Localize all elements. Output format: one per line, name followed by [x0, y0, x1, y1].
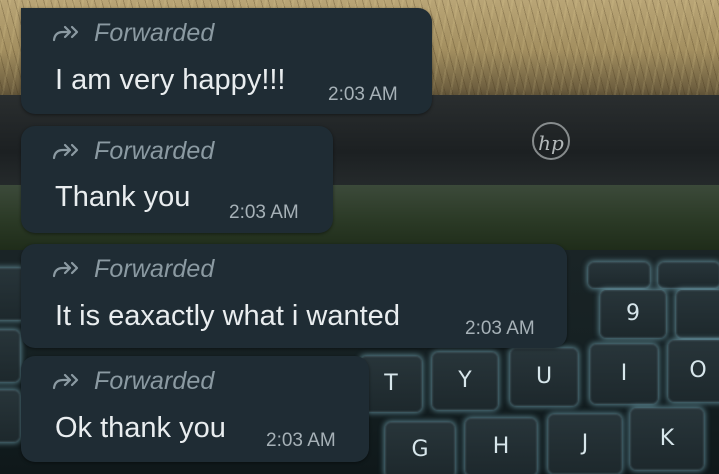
forward-arrow-icon: [52, 261, 79, 278]
keyboard-key: [658, 262, 719, 288]
message-bubble[interactable]: Forwarded Thank you 2:03 AM: [21, 126, 333, 233]
keyboard-key: [588, 262, 650, 288]
keyboard-key: U: [510, 348, 578, 406]
forward-arrow-icon: [52, 373, 79, 390]
message-text: I am very happy!!!: [55, 64, 286, 96]
keyboard-key: K: [630, 408, 704, 470]
message-timestamp: 2:03 AM: [328, 84, 398, 105]
message-bubble[interactable]: Forwarded Ok thank you 2:03 AM: [21, 356, 369, 462]
forward-arrow-icon: [52, 25, 79, 42]
forwarded-indicator: Forwarded: [52, 254, 214, 284]
forwarded-label: Forwarded: [94, 254, 215, 283]
chat-screen: hp 9 T Y U I O G H J K Forwarded I am ve…: [0, 0, 719, 474]
keyboard-key: O: [668, 340, 719, 402]
message-text: Thank you: [55, 181, 191, 213]
forward-arrow-icon: [52, 143, 79, 160]
message-bubble[interactable]: Forwarded I am very happy!!! 2:03 AM: [21, 8, 432, 114]
forwarded-indicator: Forwarded: [52, 136, 214, 166]
forwarded-label: Forwarded: [94, 18, 215, 47]
keyboard-key: I: [590, 344, 658, 404]
keyboard-key: [0, 330, 20, 382]
keyboard-key: T: [360, 356, 422, 412]
keyboard-key: [676, 290, 719, 338]
message-timestamp: 2:03 AM: [266, 430, 336, 451]
forwarded-indicator: Forwarded: [52, 366, 214, 396]
keyboard-key: J: [548, 414, 622, 474]
keyboard-key: Y: [432, 352, 498, 410]
forwarded-indicator: Forwarded: [52, 18, 214, 48]
keyboard-key: H: [465, 418, 537, 474]
laptop-logo: hp: [532, 122, 570, 160]
keyboard-key: [0, 390, 20, 442]
forwarded-label: Forwarded: [94, 366, 215, 395]
keyboard-key: G: [385, 422, 455, 474]
message-timestamp: 2:03 AM: [229, 202, 299, 223]
forwarded-label: Forwarded: [94, 136, 215, 165]
message-text: Ok thank you: [55, 412, 226, 444]
message-timestamp: 2:03 AM: [465, 318, 535, 339]
keyboard-key: 9: [600, 290, 666, 338]
message-text: It is eaxactly what i wanted: [55, 300, 400, 332]
message-bubble[interactable]: Forwarded It is eaxactly what i wanted 2…: [21, 244, 567, 348]
